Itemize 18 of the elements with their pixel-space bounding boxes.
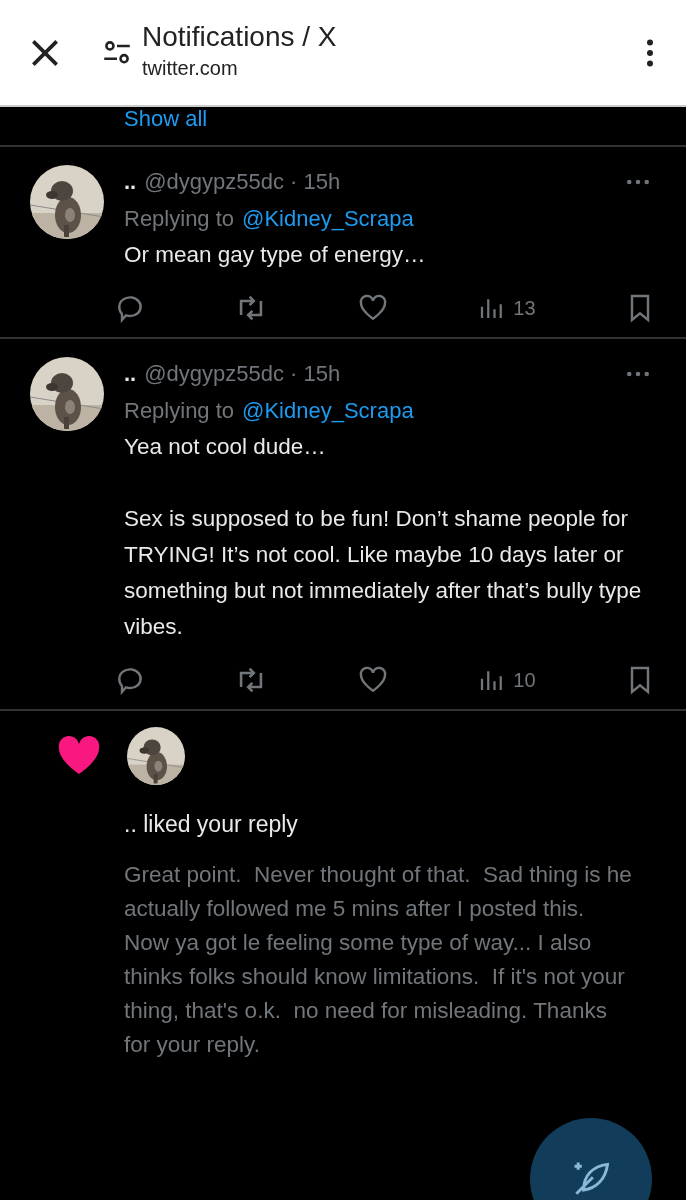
- page-url: twitter.com: [142, 55, 239, 81]
- tweet-text: Sex is supposed to be fun! Don’t shame people for TRYING! It’s not cool. Like maybe 10 days later or something but not immediately after that’s bully type vibes.: [124, 505, 643, 641]
- page-title: Notifications / X: [142, 22, 338, 53]
- tweet-text: Or mean gay type of energy…: [124, 241, 427, 269]
- show-all-link[interactable]: Show all: [124, 106, 208, 131]
- quoted-reply-text: Great point. Never thought of that. Sad thing is he actually followed me 5 mins after I posted this. Now ya got le feeling some type of way... I also thinks folks should know limitations. If it's not your thing, that's o.k. no need for misleading. Thanks for your reply.: [124, 860, 633, 1059]
- mention-link[interactable]: @Kidney_Scrapa: [242, 206, 414, 231]
- mention-link[interactable]: @Kidney_Scrapa: [242, 398, 414, 423]
- author-name[interactable]: ..: [124, 357, 137, 390]
- replying-label: Replying to: [124, 398, 235, 423]
- tweet-text: Yea not cool dude…: [124, 433, 327, 461]
- tweet-meta: @dygypz55dc · 15h: [144, 168, 342, 196]
- view-count: 13: [513, 296, 536, 321]
- author-name[interactable]: ..: [124, 165, 137, 198]
- view-count: 10: [513, 668, 536, 693]
- replying-label: Replying to: [124, 206, 235, 231]
- notification-text: .. liked your reply: [124, 810, 299, 839]
- tweet-meta: @dygypz55dc · 15h: [144, 360, 342, 388]
